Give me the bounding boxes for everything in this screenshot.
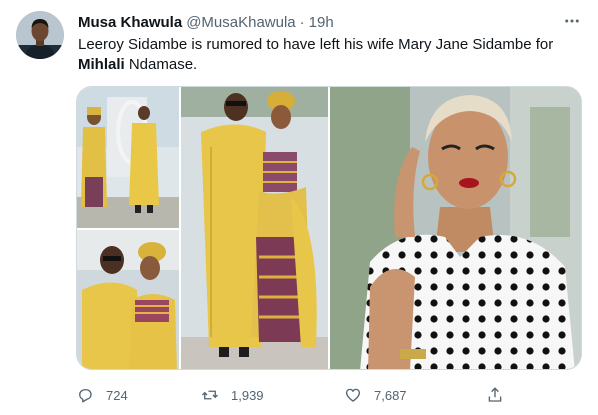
share-icon: [488, 387, 502, 402]
share-button[interactable]: [486, 383, 504, 407]
media-grid: [76, 86, 582, 370]
tweet-text-bold: Mihlali: [78, 56, 125, 73]
tweet-timestamp[interactable]: 19h: [309, 14, 334, 31]
tweet-text: Leeroy Sidambe is rumored to have left h…: [78, 35, 578, 75]
tweet-text-part: Ndamase.: [124, 56, 198, 73]
tweet-header: Musa Khawula @MusaKhawula · 19h: [78, 12, 582, 32]
retweet-icon: [202, 390, 218, 400]
photo-couple-traditional[interactable]: [181, 87, 328, 369]
more-options-icon[interactable]: [562, 11, 582, 31]
like-button[interactable]: 7,687: [344, 383, 407, 407]
avatar[interactable]: [16, 11, 64, 59]
photo-couple-walking[interactable]: [77, 87, 179, 228]
author-handle[interactable]: @MusaKhawula: [186, 14, 295, 31]
like-count: 7,687: [374, 387, 407, 403]
separator-dot: ·: [299, 13, 305, 31]
reply-icon: [79, 389, 92, 403]
tweet-text-part: Leeroy Sidambe is rumored to have left h…: [78, 36, 554, 53]
photo-couple-closeup[interactable]: [77, 230, 179, 369]
retweet-button[interactable]: 1,939: [201, 383, 264, 407]
reply-count: 724: [106, 387, 128, 403]
action-bar: 724 1,939 7,687: [76, 383, 506, 407]
author-name[interactable]: Musa Khawula: [78, 14, 182, 31]
retweet-count: 1,939: [231, 387, 264, 403]
photo-woman-portrait[interactable]: [330, 87, 581, 369]
reply-button[interactable]: 724: [76, 383, 128, 407]
heart-icon: [345, 388, 361, 402]
